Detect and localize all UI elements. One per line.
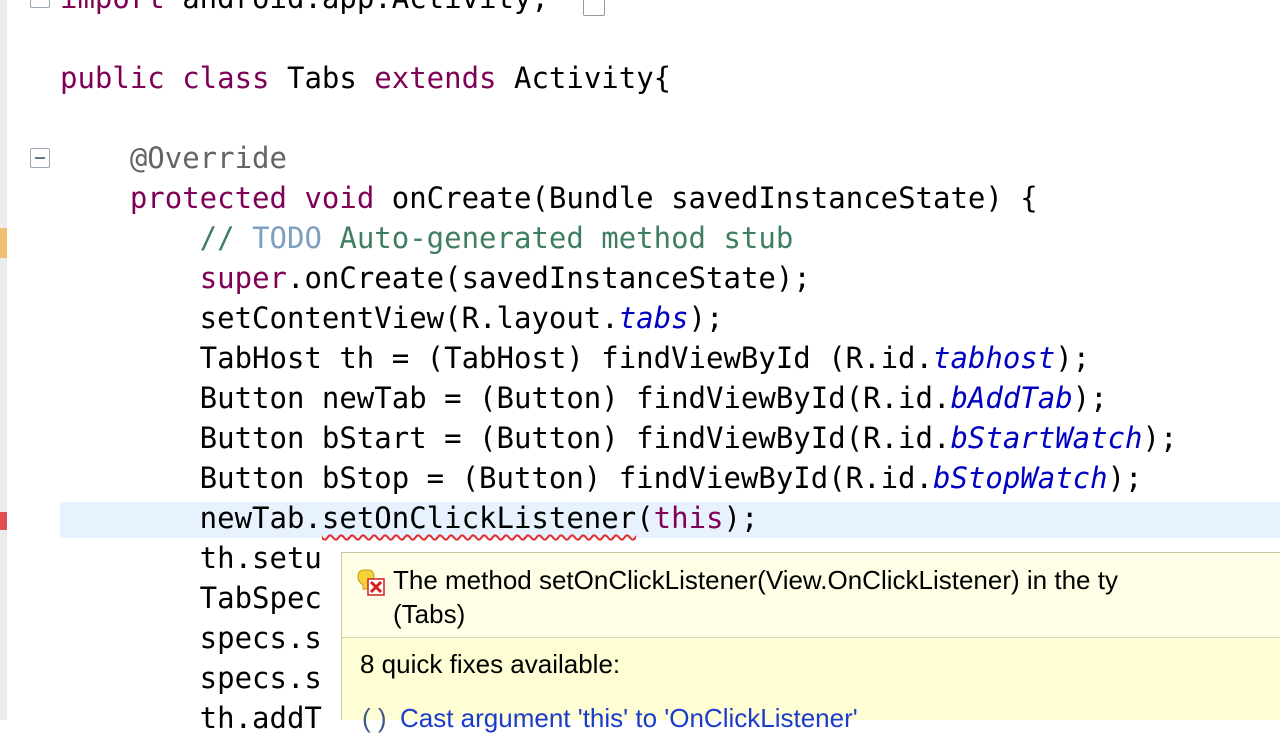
code-line[interactable]: // TODO Auto-generated method stub — [60, 218, 794, 258]
hover-separator — [342, 637, 1280, 638]
code-token: specs.s — [60, 621, 322, 655]
code-token: TabHost th = (TabHost) findViewById (R.i… — [60, 341, 933, 375]
code-token: ); — [1107, 461, 1143, 495]
code-line[interactable]: @Override — [60, 138, 287, 178]
quick-fix-label[interactable]: Cast argument 'this' to 'OnClickListener… — [400, 703, 858, 733]
code-token: ); — [1142, 421, 1178, 455]
code-token: setContentView(R.layout. — [60, 301, 619, 335]
error-marker[interactable] — [0, 512, 7, 530]
code-token: TODO — [252, 221, 322, 255]
code-token: bStartWatch — [950, 421, 1143, 455]
cast-fix-icon: ( ) — [362, 703, 387, 733]
code-token: bAddTab — [950, 381, 1073, 415]
error-icon — [357, 569, 385, 596]
warning-marker[interactable] — [0, 228, 7, 258]
code-token: .onCreate(savedInstanceState); — [287, 261, 811, 295]
code-token: this — [653, 501, 724, 535]
left-gutter — [0, 0, 7, 720]
code-line[interactable]: public class Tabs extends Activity{ — [60, 58, 671, 98]
code-token: Button bStop = (Button) findViewById(R.i… — [60, 461, 933, 495]
code-line[interactable]: specs.s — [60, 658, 322, 698]
code-line[interactable]: specs.s — [60, 618, 322, 658]
code-token: public class — [60, 61, 287, 95]
code-token: android.app.Activity; — [182, 0, 549, 15]
code-token: Activity{ — [513, 61, 672, 95]
code-token: th.setu — [60, 541, 322, 575]
code-token: ); — [1072, 381, 1108, 415]
code-line[interactable]: Button bStop = (Button) findViewById(R.i… — [60, 458, 1143, 498]
collapsed-imports-marker[interactable] — [583, 0, 605, 16]
code-line[interactable]: TabHost th = (TabHost) findViewById (R.i… — [60, 338, 1090, 378]
code-token: tabs — [618, 301, 689, 335]
code-token: @Override — [60, 141, 287, 175]
code-token: setOnClickListener — [321, 501, 637, 535]
code-token: extends — [374, 61, 514, 95]
code-token: ); — [688, 301, 724, 335]
code-token: th.addT — [60, 701, 322, 735]
code-token: Tabs — [286, 61, 375, 95]
code-token: tabhost — [932, 341, 1056, 375]
code-line[interactable]: Button newTab = (Button) findViewById(R.… — [60, 378, 1108, 418]
hover-message-line1: The method setOnClickListener(View.OnCli… — [393, 565, 1118, 595]
quick-fix-item[interactable]: ( ) Cast argument 'this' to 'OnClickListe… — [362, 701, 858, 735]
quick-fixes-count: 8 quick fixes available: — [360, 649, 621, 679]
code-token: TabSpec — [60, 581, 322, 615]
code-token: protected void — [129, 181, 392, 215]
error-hover-popup[interactable]: The method setOnClickListener(View.OnCli… — [341, 552, 1280, 733]
code-token: Auto-generated method stub — [321, 221, 794, 255]
code-token: ); — [1055, 341, 1091, 375]
code-line[interactable]: TabSpec — [60, 578, 322, 618]
code-token: specs.s — [60, 661, 322, 695]
code-token: bStopWatch — [932, 461, 1108, 495]
code-line[interactable]: th.setu — [60, 538, 322, 578]
code-token: Button newTab = (Button) findViewById(R.… — [60, 381, 951, 415]
code-line[interactable]: protected void onCreate(Bundle savedInst… — [60, 178, 1038, 218]
hover-message-line2: (Tabs) — [393, 599, 466, 629]
code-line[interactable]: newTab.setOnClickListener(this); — [60, 498, 759, 538]
keyword-token: import — [60, 0, 182, 15]
fold-toggle-method[interactable] — [30, 148, 50, 168]
hover-message: The method setOnClickListener(View.OnCli… — [393, 563, 1118, 631]
code-token: onCreate(Bundle savedInstanceState) { — [391, 181, 1038, 215]
code-line[interactable]: Button bStart = (Button) findViewById(R.… — [60, 418, 1178, 458]
code-token: newTab. — [60, 501, 322, 535]
code-token: // — [60, 221, 253, 255]
code-line[interactable]: super.onCreate(savedInstanceState); — [60, 258, 811, 298]
code-token: Button bStart = (Button) findViewById(R.… — [60, 421, 951, 455]
code-token: import android.app.Activity; — [60, 0, 549, 15]
code-line[interactable]: th.addT — [60, 698, 322, 738]
fold-toggle-imports[interactable] — [30, 0, 50, 8]
code-token: super — [199, 261, 287, 295]
code-line[interactable]: import android.app.Activity; — [60, 0, 549, 18]
code-line[interactable]: setContentView(R.layout.tabs); — [60, 298, 724, 338]
code-token: ( — [636, 501, 654, 535]
code-token: ); — [723, 501, 759, 535]
